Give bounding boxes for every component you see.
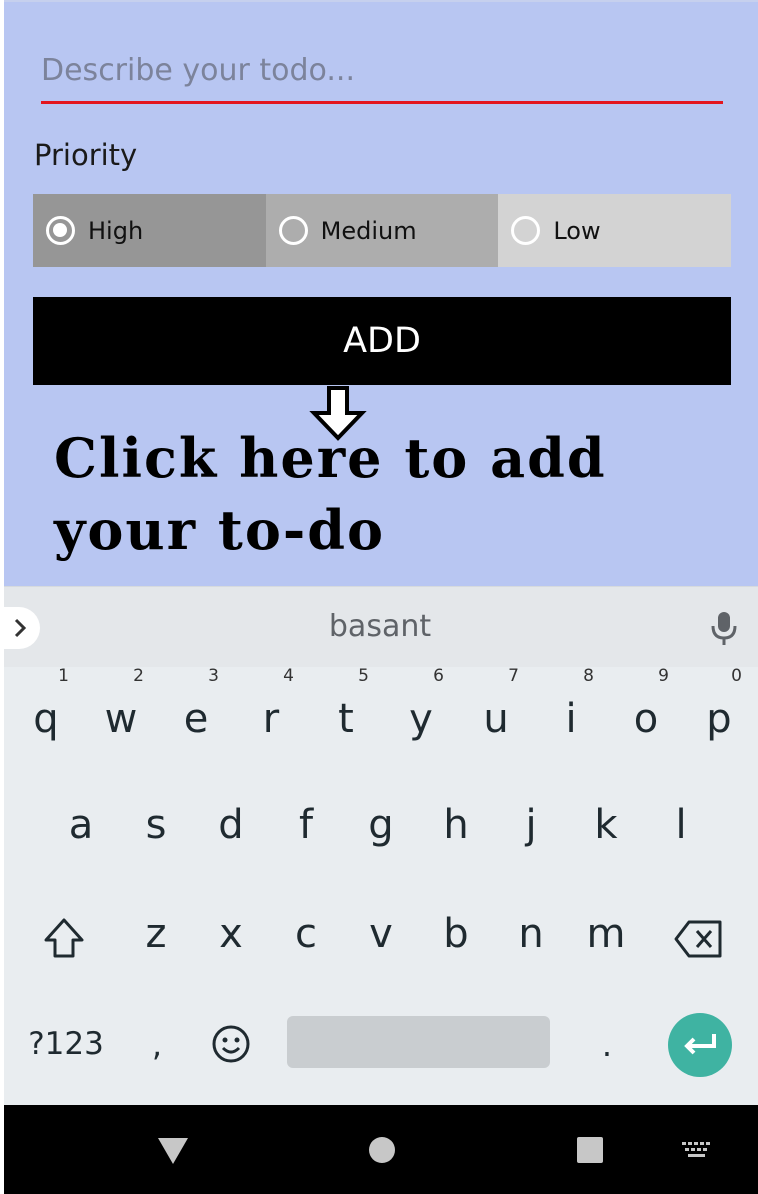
key-hint: 8 <box>583 666 594 686</box>
priority-radio-group: High Medium Low <box>33 194 732 267</box>
key-r[interactable]: r4 <box>246 666 296 742</box>
key-n[interactable]: n <box>506 911 556 957</box>
add-button[interactable]: ADD <box>33 297 731 385</box>
key-hint: 6 <box>433 666 444 686</box>
shift-icon[interactable] <box>42 916 86 960</box>
key-a[interactable]: a <box>56 802 106 848</box>
key-w[interactable]: w2 <box>96 666 146 742</box>
key-x[interactable]: x <box>206 911 256 957</box>
key-label: u <box>483 696 509 742</box>
priority-option-label: High <box>88 216 144 245</box>
key-f[interactable]: f <box>281 802 331 848</box>
radio-unchecked-icon <box>278 216 308 245</box>
key-hint: 2 <box>133 666 144 686</box>
key-label: p <box>706 696 732 742</box>
keyboard-switch-icon[interactable] <box>681 1141 713 1159</box>
key-hint: 5 <box>358 666 369 686</box>
priority-option-medium[interactable]: Medium <box>265 194 499 267</box>
key-hint: 7 <box>508 666 519 686</box>
priority-label: Priority <box>34 138 138 172</box>
key-label: y <box>409 696 433 742</box>
key-v[interactable]: v <box>356 911 406 957</box>
key-label: w <box>104 696 138 742</box>
mic-icon[interactable] <box>710 611 738 647</box>
key-hint: 0 <box>731 666 742 686</box>
emoji-icon[interactable] <box>211 1024 251 1064</box>
key-hint: 1 <box>58 666 69 686</box>
phone-screen: Priority High Medium Low ADD Click here … <box>0 0 758 1194</box>
back-icon[interactable] <box>157 1137 189 1165</box>
key-s[interactable]: s <box>131 802 181 848</box>
key-e[interactable]: e3 <box>171 666 221 742</box>
key-label: i <box>565 696 577 742</box>
key-l[interactable]: l <box>656 802 706 848</box>
key-hint: 9 <box>658 666 669 686</box>
soft-keyboard: basant q1 w2 e3 r4 t5 y6 u7 i8 o9 p0 a s… <box>0 586 758 1105</box>
key-hint: 3 <box>208 666 219 686</box>
key-u[interactable]: u7 <box>471 666 521 742</box>
key-o[interactable]: o9 <box>621 666 671 742</box>
key-k[interactable]: k <box>581 802 631 848</box>
todo-description-input[interactable] <box>41 46 723 104</box>
key-hint: 4 <box>283 666 294 686</box>
word-suggestion[interactable]: basant <box>274 609 486 644</box>
enter-key[interactable] <box>668 1013 732 1077</box>
home-icon[interactable] <box>368 1136 396 1164</box>
space-key[interactable] <box>287 1016 550 1068</box>
radio-checked-icon <box>46 216 75 245</box>
key-h[interactable]: h <box>431 802 481 848</box>
key-z[interactable]: z <box>131 911 181 957</box>
key-g[interactable]: g <box>356 802 406 848</box>
key-label: e <box>183 696 209 742</box>
key-label: r <box>262 696 280 742</box>
key-j[interactable]: j <box>506 802 556 848</box>
period-key[interactable]: . <box>592 1026 622 1064</box>
priority-option-label: Medium <box>320 216 417 245</box>
suggestion-bar: basant <box>0 586 758 667</box>
recents-icon[interactable] <box>576 1136 604 1164</box>
navigation-bar <box>4 1105 758 1194</box>
key-label: q <box>33 696 59 742</box>
key-label: t <box>338 696 354 742</box>
radio-unchecked-icon <box>511 216 541 245</box>
key-m[interactable]: m <box>581 911 631 957</box>
chevron-right-icon[interactable] <box>0 607 40 649</box>
key-d[interactable]: d <box>206 802 256 848</box>
backspace-icon[interactable] <box>674 919 724 959</box>
key-y[interactable]: y6 <box>396 666 446 742</box>
key-i[interactable]: i8 <box>546 666 596 742</box>
key-c[interactable]: c <box>281 911 331 957</box>
key-q[interactable]: q1 <box>21 666 71 742</box>
key-b[interactable]: b <box>431 911 481 957</box>
add-todo-hint: Click here to add your to-do <box>54 426 607 562</box>
comma-key[interactable]: , <box>142 1026 172 1064</box>
priority-option-label: Low <box>553 216 601 245</box>
key-t[interactable]: t5 <box>321 666 371 742</box>
todo-app: Priority High Medium Low ADD Click here … <box>4 0 758 586</box>
priority-option-high[interactable]: High <box>33 194 266 267</box>
enter-icon <box>684 1034 716 1055</box>
key-label: o <box>633 696 659 742</box>
priority-option-low[interactable]: Low <box>498 194 732 267</box>
key-p[interactable]: p0 <box>694 666 744 742</box>
symbols-key[interactable]: ?123 <box>26 1026 106 1062</box>
